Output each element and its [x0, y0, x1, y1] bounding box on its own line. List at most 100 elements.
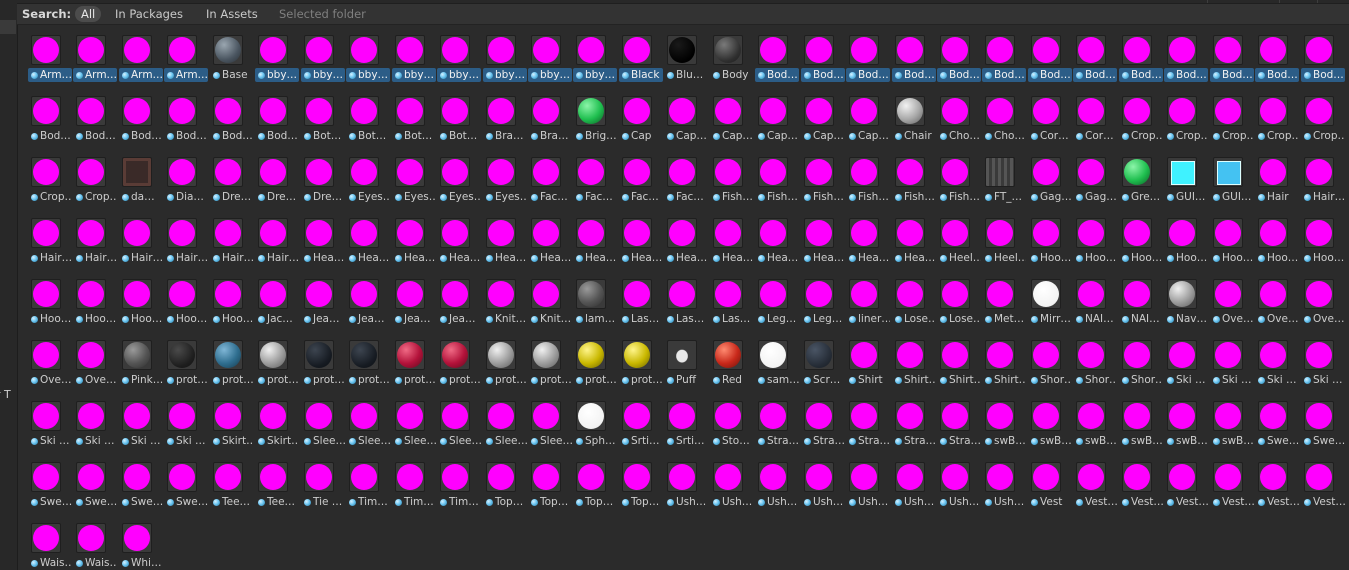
asset-item[interactable]: Wais…: [73, 513, 117, 569]
asset-item[interactable]: Dre…: [301, 147, 345, 203]
asset-item[interactable]: prot…: [210, 330, 254, 386]
asset-item[interactable]: Bot…: [301, 86, 345, 142]
asset-item[interactable]: Stra…: [755, 391, 799, 447]
asset-item[interactable]: Hoo…: [28, 269, 72, 325]
asset-item[interactable]: Fish…: [801, 147, 845, 203]
asset-item[interactable]: Bod…: [755, 25, 799, 82]
asset-item[interactable]: bby…: [392, 25, 436, 82]
asset-item[interactable]: Jea…: [346, 269, 390, 325]
asset-item[interactable]: Swe…: [1255, 391, 1299, 447]
asset-item[interactable]: Top…: [573, 452, 617, 508]
asset-item[interactable]: Fac…: [528, 147, 572, 203]
asset-item[interactable]: Ush…: [755, 452, 799, 508]
asset-item[interactable]: Eyes…: [437, 147, 481, 203]
asset-item[interactable]: Hoo…: [1073, 208, 1117, 264]
asset-item[interactable]: bby…: [437, 25, 481, 82]
scope-in-packages-button[interactable]: In Packages: [115, 7, 183, 21]
asset-item[interactable]: Gre…: [1119, 147, 1163, 203]
asset-item[interactable]: Hea…: [573, 208, 617, 264]
asset-item[interactable]: Ski …: [1301, 330, 1345, 386]
asset-item[interactable]: Bod…: [1255, 25, 1299, 82]
asset-item[interactable]: Gag…: [1028, 147, 1072, 203]
asset-item[interactable]: Cap…: [710, 86, 754, 142]
asset-item[interactable]: bby…: [573, 25, 617, 82]
asset-item[interactable]: Arm…: [73, 25, 117, 82]
asset-item[interactable]: Las…: [710, 269, 754, 325]
asset-item[interactable]: Swe…: [28, 452, 72, 508]
asset-item[interactable]: Fish…: [755, 147, 799, 203]
asset-item[interactable]: Bra…: [528, 86, 572, 142]
asset-item[interactable]: Wais…: [28, 513, 72, 569]
asset-item[interactable]: bby…: [255, 25, 299, 82]
scope-in-assets-button[interactable]: In Assets: [206, 7, 258, 21]
asset-item[interactable]: Bod…: [846, 25, 890, 82]
asset-item[interactable]: Jea…: [392, 269, 436, 325]
asset-item[interactable]: Vest…: [1119, 452, 1163, 508]
asset-item[interactable]: Bod…: [1028, 25, 1072, 82]
asset-item[interactable]: Hea…: [801, 208, 845, 264]
asset-item[interactable]: Hea…: [483, 208, 527, 264]
asset-item[interactable]: Ush…: [801, 452, 845, 508]
asset-item[interactable]: Lose…: [892, 269, 936, 325]
asset-item[interactable]: Tie …: [301, 452, 345, 508]
asset-item[interactable]: Hoo…: [1255, 208, 1299, 264]
asset-item[interactable]: Jac…: [255, 269, 299, 325]
asset-item[interactable]: prot…: [528, 330, 572, 386]
asset-item[interactable]: prot…: [573, 330, 617, 386]
asset-item[interactable]: Dre…: [255, 147, 299, 203]
asset-item[interactable]: prot…: [346, 330, 390, 386]
scope-selected-folder-button[interactable]: Selected folder: [279, 7, 366, 21]
asset-item[interactable]: Cor…: [1028, 86, 1072, 142]
asset-item[interactable]: Hea…: [846, 208, 890, 264]
asset-item[interactable]: sam…: [755, 330, 799, 386]
asset-item[interactable]: Top…: [619, 452, 663, 508]
asset-item[interactable]: Ove…: [1255, 269, 1299, 325]
asset-item[interactable]: Ove…: [28, 330, 72, 386]
asset-item[interactable]: Swe…: [1301, 391, 1345, 447]
asset-item[interactable]: Slee…: [437, 391, 481, 447]
asset-item[interactable]: Skirt…: [255, 391, 299, 447]
asset-item[interactable]: swB…: [1028, 391, 1072, 447]
asset-item[interactable]: Stra…: [892, 391, 936, 447]
asset-item[interactable]: prot…: [483, 330, 527, 386]
asset-item[interactable]: Chair: [892, 86, 936, 142]
asset-item[interactable]: Fish…: [937, 147, 981, 203]
asset-item[interactable]: Crop…: [1255, 86, 1299, 142]
asset-item[interactable]: Ski …: [28, 391, 72, 447]
asset-item[interactable]: swB…: [1210, 391, 1254, 447]
asset-item[interactable]: Hoo…: [119, 269, 163, 325]
asset-item[interactable]: Crop…: [73, 147, 117, 203]
asset-item[interactable]: Top…: [483, 452, 527, 508]
asset-item[interactable]: Shor…: [1073, 330, 1117, 386]
asset-item[interactable]: Bod…: [119, 86, 163, 142]
asset-item[interactable]: Ski …: [73, 391, 117, 447]
asset-item[interactable]: Hea…: [892, 208, 936, 264]
asset-item[interactable]: lam…: [573, 269, 617, 325]
asset-item[interactable]: Crop…: [1210, 86, 1254, 142]
asset-item[interactable]: Slee…: [483, 391, 527, 447]
asset-item[interactable]: Vest…: [1073, 452, 1117, 508]
asset-item[interactable]: Shor…: [1119, 330, 1163, 386]
asset-item[interactable]: Hair: [1255, 147, 1299, 203]
asset-item[interactable]: Vest…: [1164, 452, 1208, 508]
asset-item[interactable]: Shirt…: [982, 330, 1026, 386]
asset-item[interactable]: Ski …: [1164, 330, 1208, 386]
asset-item[interactable]: Ush…: [710, 452, 754, 508]
asset-item[interactable]: Fish…: [710, 147, 754, 203]
asset-item[interactable]: Met…: [982, 269, 1026, 325]
asset-item[interactable]: bby…: [301, 25, 345, 82]
asset-item[interactable]: Bod…: [1119, 25, 1163, 82]
asset-item[interactable]: Crop…: [1301, 86, 1345, 142]
asset-item[interactable]: prot…: [437, 330, 481, 386]
asset-item[interactable]: Brig…: [573, 86, 617, 142]
asset-item[interactable]: Cap…: [664, 86, 708, 142]
asset-item[interactable]: Bod…: [255, 86, 299, 142]
asset-item[interactable]: Blu…: [664, 25, 708, 81]
asset-item[interactable]: Whi…: [119, 513, 163, 569]
asset-item[interactable]: Body: [710, 25, 754, 81]
asset-item[interactable]: Hair…: [1301, 147, 1345, 203]
asset-item[interactable]: Vest…: [1210, 452, 1254, 508]
asset-item[interactable]: Swe…: [119, 452, 163, 508]
asset-item[interactable]: Srti…: [619, 391, 663, 447]
asset-item[interactable]: Hoo…: [210, 269, 254, 325]
